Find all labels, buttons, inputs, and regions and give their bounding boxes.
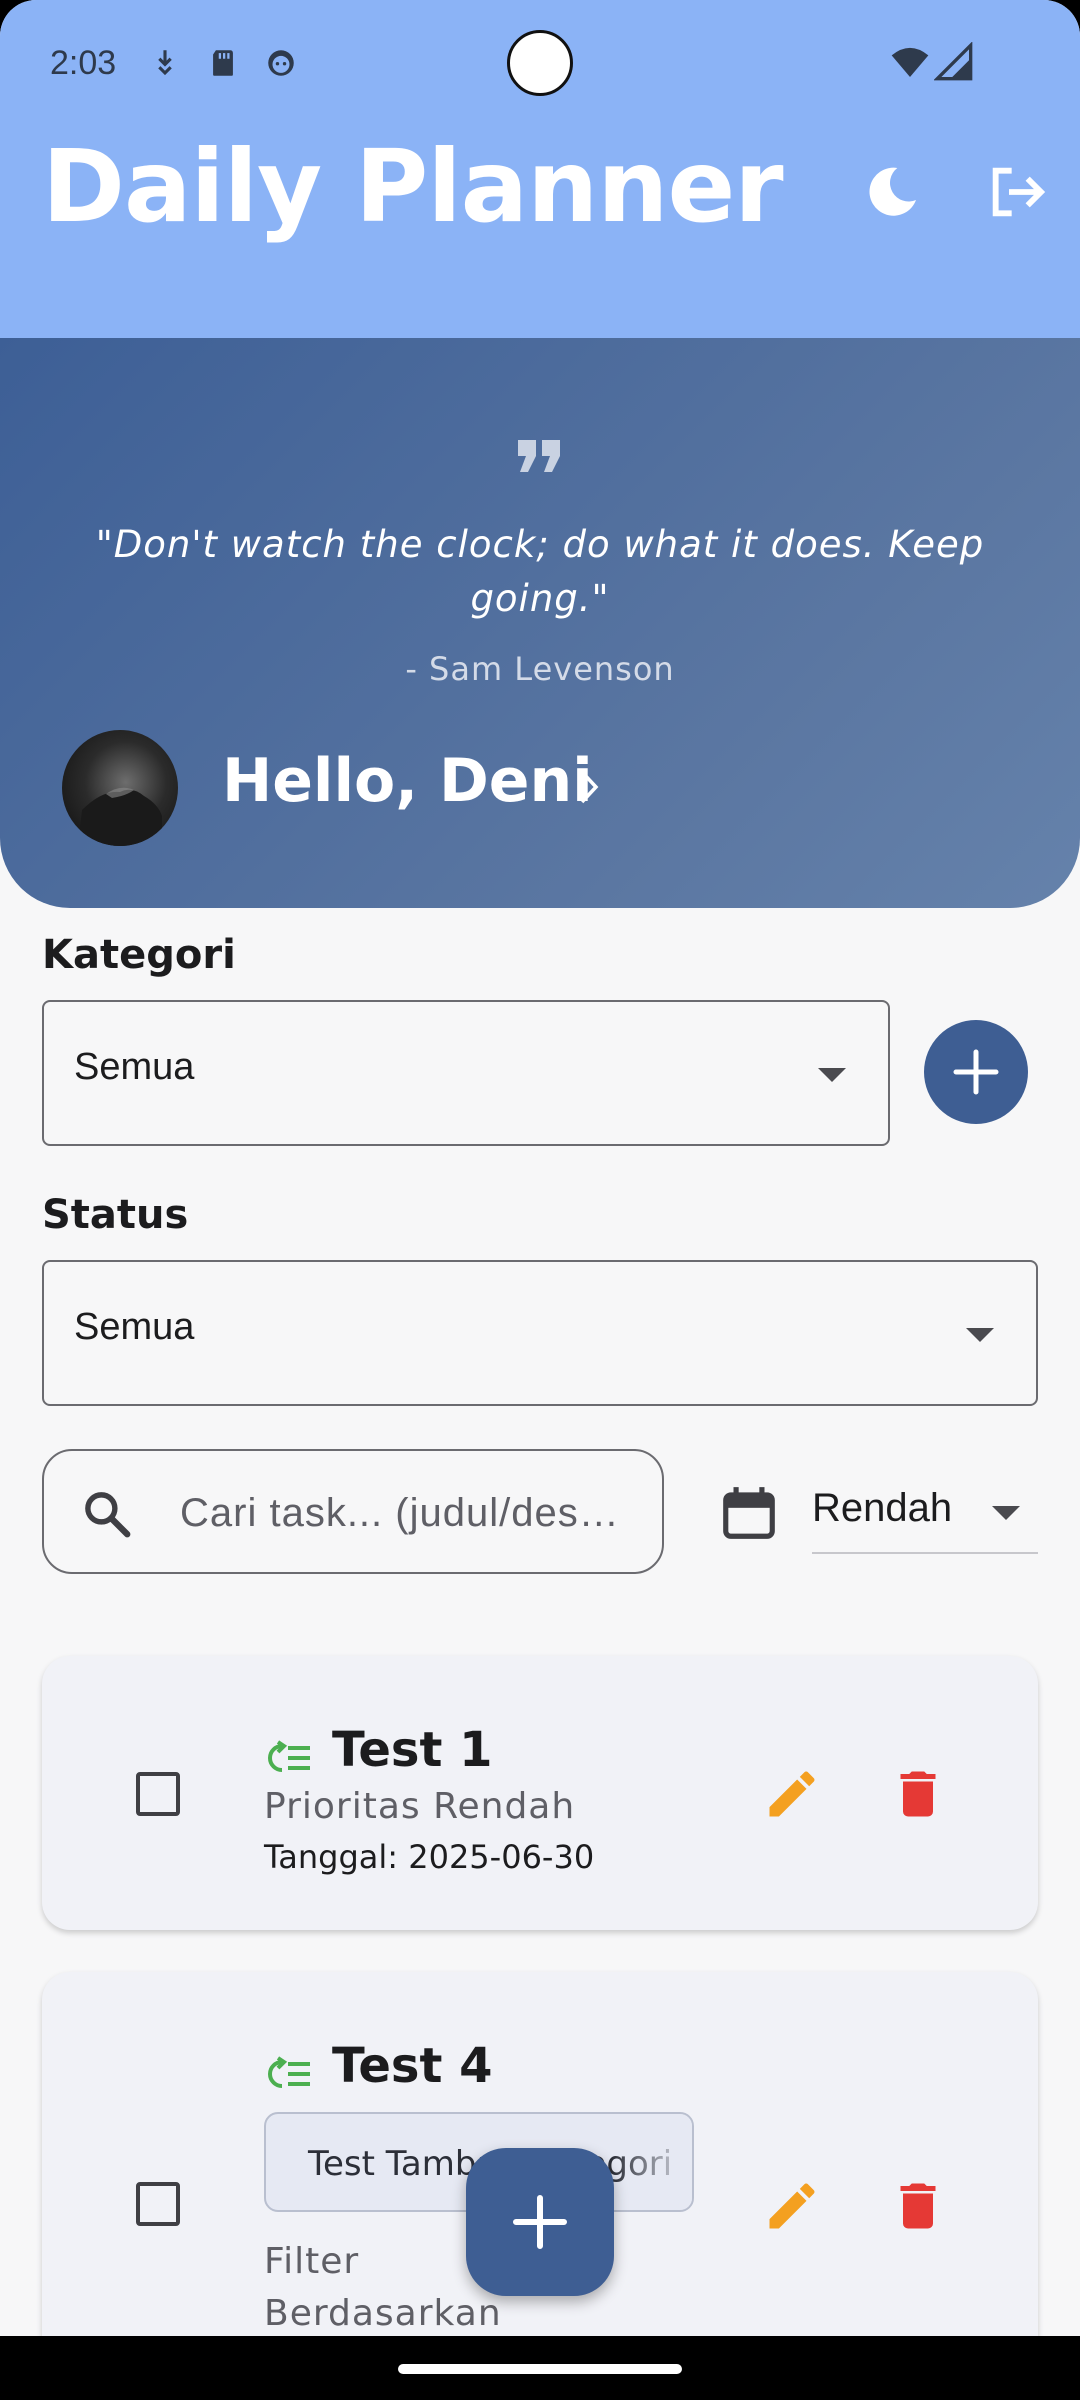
recurring-task-icon xyxy=(268,2056,310,2088)
camera-cutout xyxy=(507,30,573,96)
quote-author: - Sam Levenson xyxy=(405,650,675,688)
task-card[interactable]: Test 1 Prioritas Rendah Tanggal: 2025-06… xyxy=(42,1656,1038,1930)
cellular-signal-icon xyxy=(934,42,973,81)
task-checkbox[interactable] xyxy=(136,1772,180,1816)
quote-hero-card: "Don't watch the clock; do what it does.… xyxy=(0,338,1080,908)
quote-text: "Don't watch the clock; do what it does.… xyxy=(95,523,985,620)
logout-icon[interactable] xyxy=(985,160,1049,224)
status-label: Status xyxy=(42,1192,189,1238)
avatar[interactable] xyxy=(62,730,178,846)
task-checkbox[interactable] xyxy=(136,2182,180,2226)
task-title: Test 1 xyxy=(332,1722,493,1778)
priority-dropdown[interactable]: Rendah xyxy=(812,1470,1038,1554)
dropdown-arrow-icon xyxy=(818,1068,846,1082)
status-time: 2:03 xyxy=(50,44,117,82)
calendar-icon[interactable] xyxy=(718,1482,780,1544)
app-notification-icon xyxy=(268,50,294,76)
status-bar: 2:03 xyxy=(0,0,1080,130)
plus-icon xyxy=(953,1049,999,1095)
top-app-bar: 2:03 Daily Planner xyxy=(0,0,1080,338)
dropdown-arrow-icon xyxy=(992,1506,1020,1520)
wifi-icon xyxy=(891,47,929,77)
sd-card-icon xyxy=(213,50,233,76)
quote-icon xyxy=(0,438,1080,478)
add-category-button[interactable] xyxy=(924,1020,1028,1124)
status-dropdown[interactable]: Semua xyxy=(42,1260,1038,1406)
category-dropdown[interactable]: Semua xyxy=(42,1000,890,1146)
task-title: Test 4 xyxy=(332,2038,493,2094)
home-indicator[interactable] xyxy=(398,2364,682,2374)
search-icon xyxy=(85,1492,131,1538)
recurring-task-icon xyxy=(268,1740,310,1772)
status-dropdown-value: Semua xyxy=(74,1306,195,1348)
dropdown-arrow-icon xyxy=(966,1328,994,1342)
greeting-text[interactable]: Hello, Deni xyxy=(222,746,593,816)
task-description: Filter Berdasarkan Kategori xyxy=(264,2241,502,2334)
moon-icon[interactable] xyxy=(860,160,924,224)
task-date: Tanggal: 2025-06-30 xyxy=(264,1838,595,1876)
delete-icon[interactable] xyxy=(888,1764,948,1824)
plus-icon xyxy=(513,2195,567,2249)
app-screen: 2:03 Daily Planner "Don't watch the cloc… xyxy=(0,0,1080,2336)
download-status-icon xyxy=(158,50,172,76)
delete-icon[interactable] xyxy=(888,2176,948,2236)
chevron-right-icon[interactable] xyxy=(574,764,604,810)
task-priority: Prioritas Rendah xyxy=(264,1786,576,1827)
category-dropdown-value: Semua xyxy=(74,1046,195,1088)
system-navigation-bar xyxy=(0,2336,1080,2400)
add-task-button[interactable] xyxy=(466,2148,614,2296)
edit-icon[interactable] xyxy=(762,1764,822,1824)
priority-dropdown-value: Rendah xyxy=(812,1486,953,1530)
search-placeholder: Cari task... (judul/deskripsi) xyxy=(180,1491,620,1535)
edit-icon[interactable] xyxy=(762,2176,822,2236)
category-label: Kategori xyxy=(42,932,236,978)
search-input[interactable]: Cari task... (judul/deskripsi) xyxy=(42,1449,664,1574)
app-title: Daily Planner xyxy=(42,128,784,245)
